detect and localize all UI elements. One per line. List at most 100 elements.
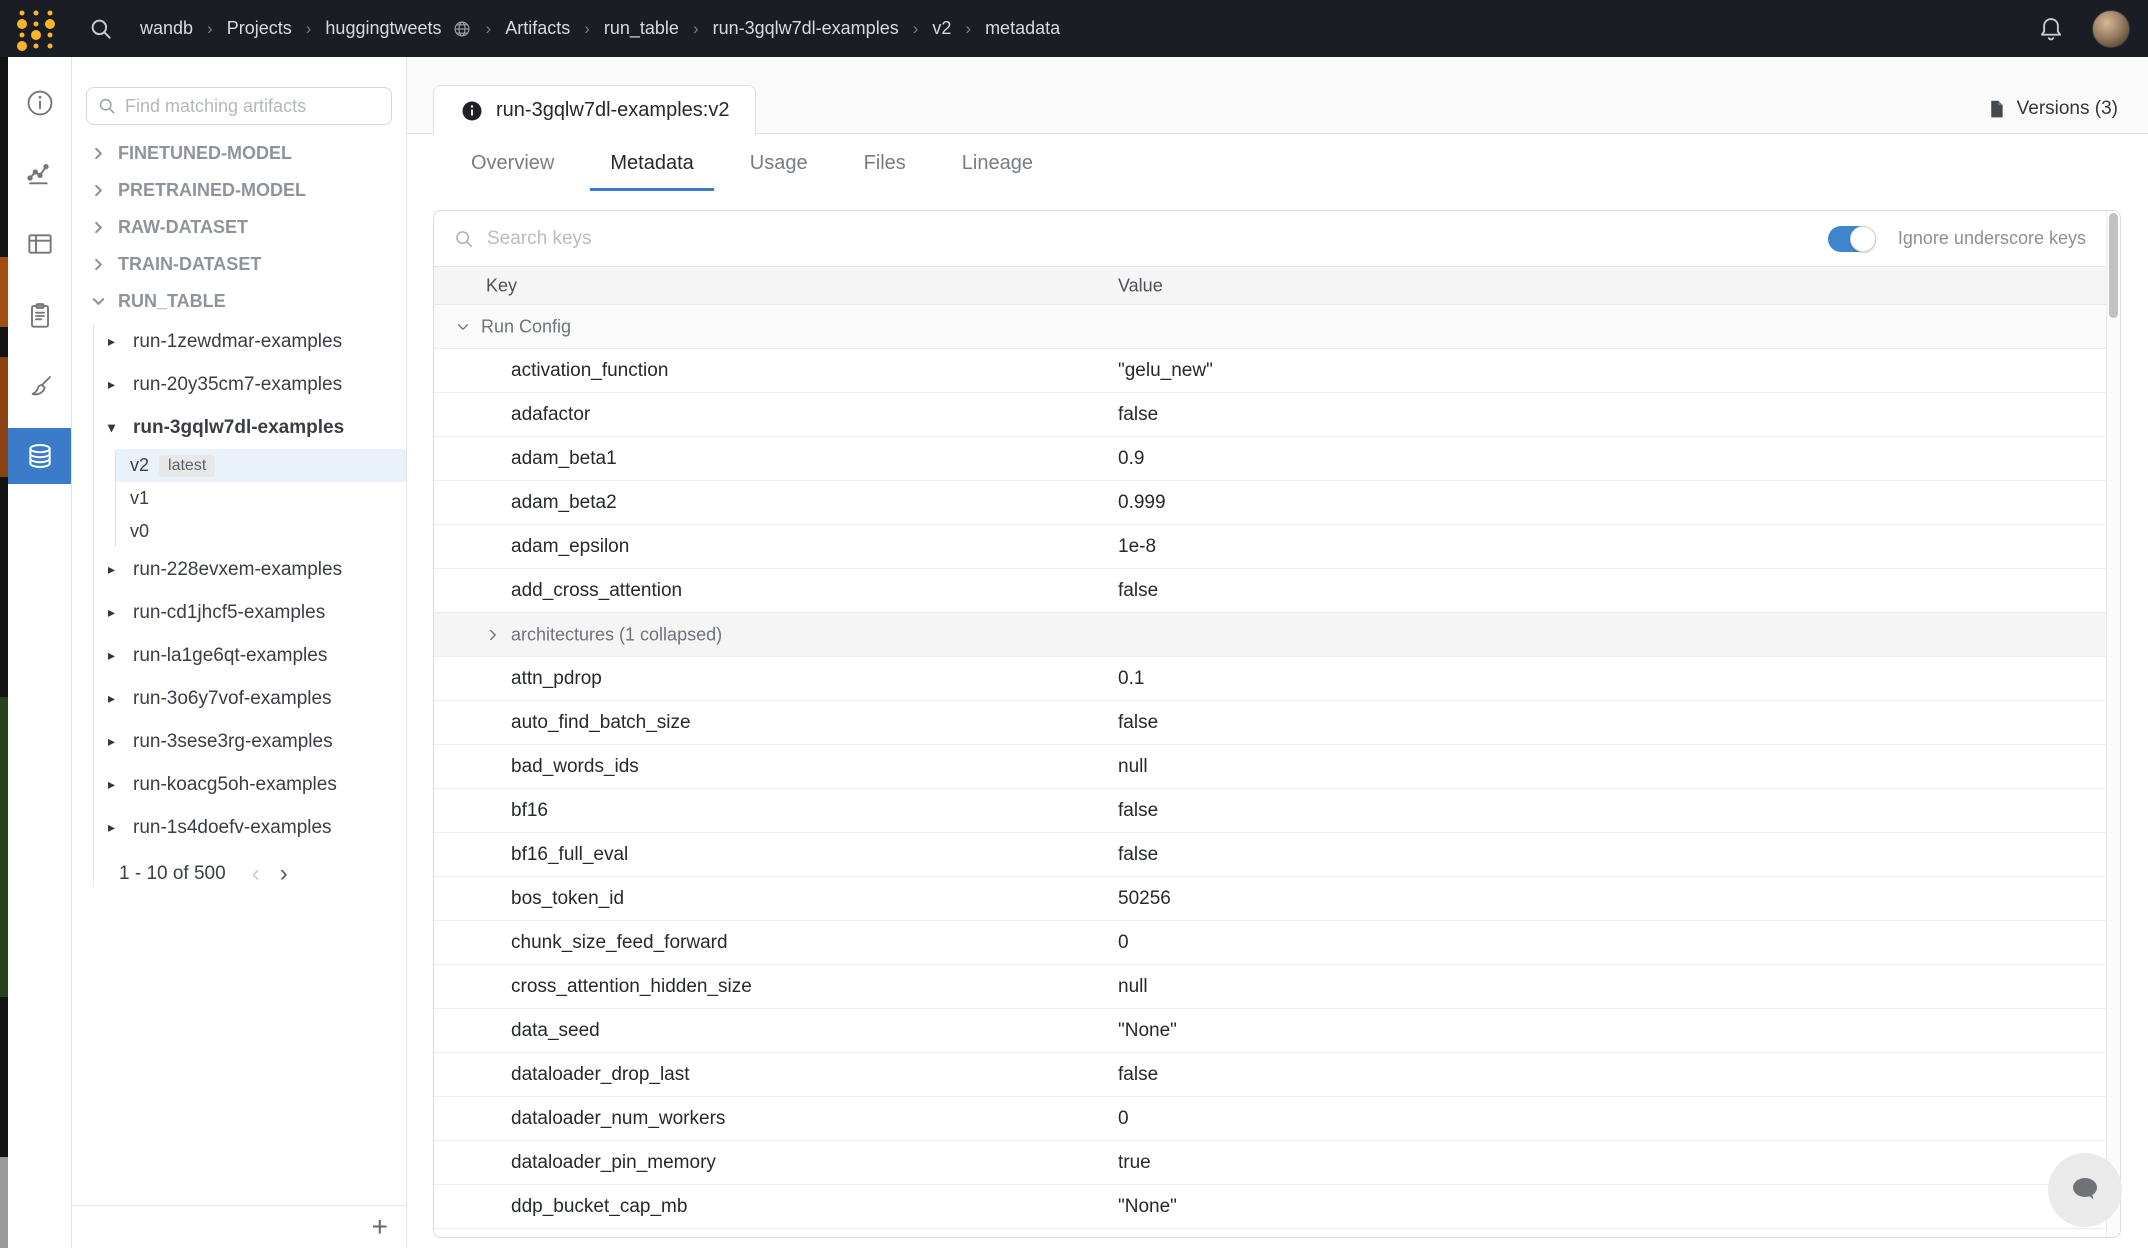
info-icon — [460, 99, 484, 123]
tree-guide-line — [115, 451, 116, 546]
metadata-row: adam_epsilon1e-8 — [434, 525, 2120, 569]
sidebar-category-raw-dataset[interactable]: RAW-DATASET — [72, 209, 406, 246]
metadata-row: ddp_bucket_cap_mb"None" — [434, 1185, 2120, 1229]
metadata-row: adam_beta20.999 — [434, 481, 2120, 525]
breadcrumb-separator: › — [913, 19, 919, 39]
breadcrumb-separator: › — [207, 19, 213, 39]
run-item-run-la1ge6qt-examples[interactable]: ▸run-la1ge6qt-examples — [72, 634, 406, 677]
previous-page-button[interactable]: ‹ — [252, 862, 260, 886]
help-chat-button[interactable] — [2048, 1153, 2122, 1227]
run-item-run-20y35cm7-examples[interactable]: ▸run-20y35cm7-examples — [72, 363, 406, 406]
version-label: v2 — [130, 455, 149, 476]
triangle-right-icon: ▸ — [108, 733, 120, 750]
run-item-run-koacg5oh-examples[interactable]: ▸ run-koacg5oh-examples — [72, 763, 406, 806]
sidebar-category-train-dataset[interactable]: TRAIN-DATASET — [72, 246, 406, 283]
sidebar-category-pretrained-model[interactable]: PRETRAINED-MODEL — [72, 172, 406, 209]
rail-item-tables[interactable] — [8, 216, 71, 272]
metadata-key: ddp_bucket_cap_mb — [511, 1196, 687, 1218]
triangle-right-icon: ▸ — [108, 776, 120, 793]
left-rail — [8, 57, 72, 1248]
sidebar-category-finetuned-model[interactable]: FINETUNED-MODEL — [72, 135, 406, 172]
next-page-button[interactable]: › — [280, 862, 288, 886]
version-item-v1[interactable]: v1 — [72, 482, 406, 515]
metadata-table-header: Key Value — [434, 266, 2120, 305]
rail-item-info[interactable] — [8, 75, 71, 131]
category-label: TRAIN-DATASET — [118, 254, 261, 275]
run-item-run-cd1jhcf5-examples[interactable]: ▸run-cd1jhcf5-examples — [72, 591, 406, 634]
metadata-row: bf16false — [434, 789, 2120, 833]
run-label: run-koacg5oh-examples — [133, 774, 337, 796]
artifact-version-tab[interactable]: run-3gqlw7dl-examples:v2 — [433, 85, 756, 135]
versions-button[interactable]: Versions (3) — [1986, 90, 2118, 128]
metadata-group-row[interactable]: Run Config — [434, 305, 2120, 349]
column-header-value: Value — [1118, 275, 1163, 296]
keys-search-input[interactable] — [485, 227, 1818, 251]
metadata-value: 50256 — [1118, 888, 1171, 910]
tab-usage[interactable]: Usage — [730, 135, 828, 191]
breadcrumb-item-Artifacts[interactable]: Artifacts — [505, 18, 570, 39]
rail-item-sweeps[interactable] — [8, 359, 71, 415]
tab-files[interactable]: Files — [844, 135, 926, 191]
ignore-underscore-toggle[interactable] — [1828, 226, 1876, 252]
global-search-button[interactable] — [88, 16, 114, 42]
breadcrumb-item-run-3gqlw7dl-examples[interactable]: run-3gqlw7dl-examples — [713, 18, 899, 39]
navbar-right — [2036, 10, 2130, 48]
metadata-value: 0 — [1118, 932, 1129, 954]
metadata-table-body: Run Config activation_function"gelu_new"a… — [434, 305, 2120, 1229]
breadcrumb-item-Projects[interactable]: Projects — [227, 18, 292, 39]
artifact-pagination: 1 - 10 of 500‹› — [72, 857, 406, 891]
rail-item-artifacts[interactable] — [8, 428, 71, 484]
group-label: Run Config — [481, 316, 571, 337]
metadata-key: chunk_size_feed_forward — [511, 932, 728, 954]
panel-footer: + — [72, 1205, 406, 1248]
globe-icon — [452, 19, 472, 39]
run-item-run-1zewdmar-examples[interactable]: ▸run-1zewdmar-examples — [72, 320, 406, 363]
metadata-key: adam_beta2 — [511, 492, 617, 514]
metadata-value: true — [1118, 1152, 1151, 1174]
run-label: run-la1ge6qt-examples — [133, 645, 327, 667]
rail-item-charts[interactable] — [8, 144, 71, 200]
category-label: RAW-DATASET — [118, 217, 248, 238]
run-item-run-228evxem-examples[interactable]: ▸run-228evxem-examples — [72, 548, 406, 591]
version-item-v0[interactable]: v0 — [72, 515, 406, 548]
version-item-v2[interactable]: v2 latest — [115, 449, 406, 482]
chat-icon — [2065, 1173, 2105, 1207]
metadata-row: bf16_full_evalfalse — [434, 833, 2120, 877]
breadcrumb-item-huggingtweets[interactable]: huggingtweets — [325, 18, 441, 39]
tab-overview[interactable]: Overview — [451, 135, 574, 191]
run-item-run-3gqlw7dl-examples[interactable]: ▾run-3gqlw7dl-examples — [72, 406, 406, 449]
wandb-logo[interactable] — [14, 7, 58, 51]
breadcrumb-item-metadata[interactable]: metadata — [985, 18, 1060, 39]
notifications-button[interactable] — [2036, 14, 2066, 44]
metadata-row: activation_function"gelu_new" — [434, 349, 2120, 393]
tab-metadata[interactable]: Metadata — [590, 135, 713, 191]
wandb-dots-icon — [14, 7, 58, 51]
metadata-value: false — [1118, 712, 1158, 734]
breadcrumb-item-run_table[interactable]: run_table — [604, 18, 679, 39]
metadata-row: chunk_size_feed_forward 0 — [434, 921, 2120, 965]
metadata-key: dataloader_pin_memory — [511, 1152, 716, 1174]
breadcrumb-item-v2[interactable]: v2 — [932, 18, 951, 39]
breadcrumb-item-wandb[interactable]: wandb — [140, 18, 193, 39]
triangle-right-icon: ▸ — [108, 333, 120, 350]
bell-icon — [2036, 14, 2066, 44]
user-avatar[interactable] — [2092, 10, 2130, 48]
metadata-value: "gelu_new" — [1118, 360, 1213, 382]
metadata-row: data_seed"None" — [434, 1009, 2120, 1053]
triangle-right-icon: ▸ — [108, 690, 120, 707]
artifact-search-box — [86, 87, 392, 125]
run-item-run-3o6y7vof-examples[interactable]: ▸run-3o6y7vof-examples — [72, 677, 406, 720]
category-label: RUN_TABLE — [118, 291, 226, 312]
group-label: architectures (1 collapsed) — [511, 624, 722, 645]
latest-badge: latest — [159, 455, 215, 477]
scrollbar-thumb[interactable] — [2109, 213, 2118, 318]
add-artifact-button[interactable]: + — [372, 1213, 388, 1241]
tab-lineage[interactable]: Lineage — [942, 135, 1053, 191]
run-item-run-3sese3rg-examples[interactable]: ▸run-3sese3rg-examples — [72, 720, 406, 763]
card-scrollbar[interactable] — [2106, 211, 2120, 1237]
metadata-group-row[interactable]: architectures (1 collapsed) — [434, 613, 2120, 657]
sidebar-category-run_table[interactable]: RUN_TABLE — [72, 283, 406, 320]
rail-item-reports[interactable] — [8, 288, 71, 344]
run-item-run-1s4doefv-examples[interactable]: ▸run-1s4doefv-examples — [72, 806, 406, 849]
artifact-search-input[interactable] — [123, 95, 381, 118]
